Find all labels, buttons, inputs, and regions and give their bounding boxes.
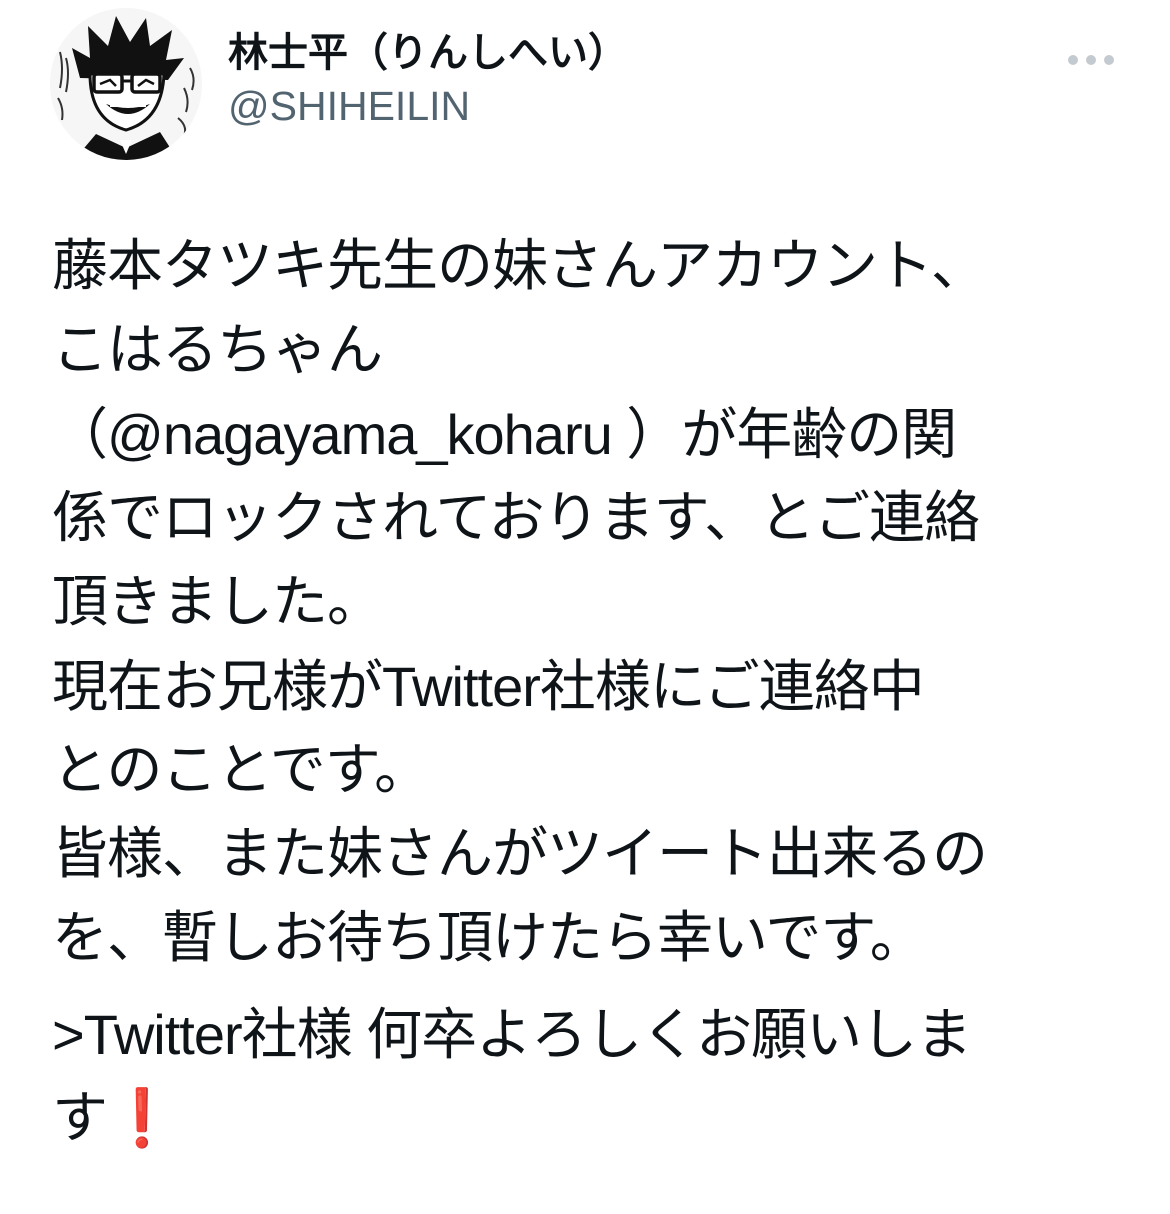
tweet-line: を、暫しお待ち頂けたら幸いです。 (52, 906, 926, 971)
tweet-line: 頂きました。 (52, 570, 383, 635)
tweet-line: 現在お兄様がTwitter社様にご連絡中 (52, 655, 925, 718)
tweet-line-mention[interactable]: （@nagayama_koharu ）が年齢の関 (52, 393, 1132, 477)
tweet-closing-line: す❗ (52, 1077, 1132, 1161)
avatar[interactable] (50, 8, 202, 160)
tweet-line: 係でロックされております、とご連絡 (52, 486, 980, 551)
tweet-line: こはるちゃん (52, 318, 383, 383)
manga-character-avatar-icon (50, 8, 202, 160)
tweet-line: 藤本タツキ先生の妹さんアカウント、 (52, 234, 987, 299)
tweet-line: 皆様、また妹さんがツイート出来るの (52, 822, 988, 887)
tweet-line: >Twitter社様 何卒よろしくお願いしま (52, 1003, 972, 1066)
tweet-text: 藤本タツキ先生の妹さんアカウント、 こはるちゃん （@nagayama_koha… (52, 225, 1132, 1161)
tweet-line: す (52, 1086, 108, 1151)
dot (1068, 55, 1078, 65)
author-names: 林士平（りんしへい） @SHIHEILIN (228, 26, 628, 132)
tweet-header: 林士平（りんしへい） @SHIHEILIN (50, 8, 1130, 160)
exclamation-emoji-icon: ❗ (107, 1086, 177, 1151)
tweet-line: とのことです。 (52, 738, 430, 803)
dot (1104, 55, 1114, 65)
display-name[interactable]: 林士平（りんしへい） (228, 26, 628, 80)
tweet: 林士平（りんしへい） @SHIHEILIN 藤本タツキ先生の妹さんアカウント、 … (0, 0, 1170, 1214)
more-dots-icon[interactable] (1068, 48, 1114, 68)
user-handle[interactable]: @SHIHEILIN (228, 80, 628, 132)
dot (1086, 55, 1096, 65)
